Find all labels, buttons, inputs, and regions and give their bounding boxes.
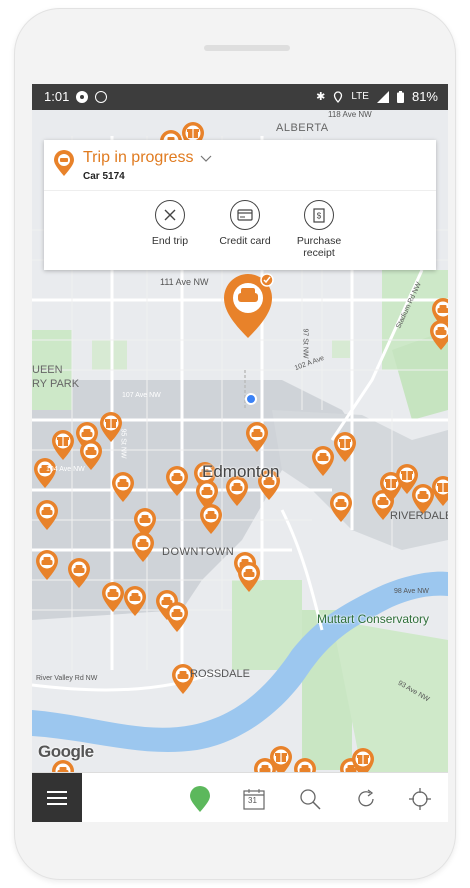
map-label-park: RY PARK	[32, 378, 80, 390]
car-pin[interactable]	[124, 586, 146, 616]
map-label-river-valley: River Valley Rd NW	[36, 675, 98, 682]
credit-card-label: Credit card	[219, 235, 271, 247]
car-pin[interactable]	[36, 550, 58, 580]
trip-actions: End trip Credit card $ Purchase receipt	[44, 200, 436, 270]
battery-icon	[396, 90, 404, 103]
map-label-118-ave: 118 Ave NW	[328, 110, 372, 119]
search-icon	[300, 789, 321, 810]
car-number: Car 5174	[83, 171, 125, 182]
car-pin[interactable]	[36, 500, 58, 530]
speaker-grille	[204, 45, 290, 51]
bluetooth-icon: ✱	[316, 91, 326, 103]
google-logo: Google	[38, 742, 94, 761]
map-label-edmonton: Edmonton	[202, 462, 280, 481]
credit-card-icon	[230, 200, 260, 230]
end-trip-label: End trip	[151, 235, 189, 247]
car-pin[interactable]	[34, 458, 56, 488]
status-time: 1:01	[44, 89, 70, 104]
trip-header[interactable]: Trip in progress Car 5174	[44, 140, 436, 191]
car-pin[interactable]	[166, 466, 188, 496]
car-pin[interactable]	[238, 562, 260, 592]
car-pin[interactable]	[132, 532, 154, 562]
map-label-98-ave: 98 Ave NW	[394, 588, 429, 595]
car-pin[interactable]	[166, 602, 188, 632]
map-label-muttart: Muttart Conservatory	[317, 612, 430, 626]
end-trip-button[interactable]: End trip	[130, 200, 210, 247]
svg-text:$: $	[317, 211, 322, 220]
map-label-95-st: 95 St NW	[119, 428, 127, 459]
car-pin[interactable]	[102, 582, 124, 612]
car-pin[interactable]	[430, 320, 448, 350]
car-pin[interactable]	[312, 446, 334, 476]
trip-title: Trip in progress	[83, 149, 194, 166]
locate-icon	[409, 788, 431, 810]
car-pin[interactable]	[112, 472, 134, 502]
map-label-downtown: DOWNTOWN	[162, 546, 235, 558]
locate-button[interactable]	[406, 785, 434, 813]
gift-car-pin[interactable]	[334, 432, 356, 462]
refresh-icon	[358, 789, 374, 807]
menu-icon	[47, 791, 67, 805]
map-label-queen: UEEN	[32, 364, 63, 376]
trip-card: Trip in progress Car 5174 End trip Credi…	[44, 140, 436, 270]
purchase-receipt-button[interactable]: $ Purchase receipt	[279, 200, 359, 259]
car-pin[interactable]	[68, 558, 90, 588]
map-label-riverdale: RIVERDALE	[390, 510, 448, 522]
calendar-day: 31	[248, 796, 257, 805]
map-pin-button[interactable]	[186, 785, 214, 813]
record-icon	[76, 90, 89, 103]
car-pin[interactable]	[330, 492, 352, 522]
refresh-button[interactable]	[352, 785, 380, 813]
search-button[interactable]	[296, 785, 324, 813]
notification-icon	[95, 90, 108, 103]
purchase-receipt-label: Purchase receipt	[296, 235, 342, 259]
car-pin[interactable]	[246, 422, 268, 452]
bottom-navigation: 31	[32, 772, 448, 822]
receipt-icon: $	[304, 200, 334, 230]
map-label-111-ave: 111 Ave NW	[160, 277, 209, 287]
network-type: LTE	[351, 91, 369, 102]
chevron-down-icon[interactable]	[200, 155, 212, 163]
close-icon	[155, 200, 185, 230]
status-bar: 1:01 ✱ LTE 81%	[32, 84, 448, 110]
map-label-alberta: ALBERTA	[276, 122, 329, 134]
gift-car-pin[interactable]	[52, 430, 74, 460]
app-screen: 1:01 ✱ LTE 81% ALBERTA 118 Ave NW 111 Av…	[32, 84, 448, 822]
signal-icon	[376, 90, 389, 103]
map-label-rossdale: ROSSDALE	[190, 668, 250, 680]
menu-button[interactable]	[32, 773, 82, 822]
car-pin-icon	[54, 150, 74, 176]
calendar-button[interactable]: 31	[240, 785, 268, 813]
map-pin-icon	[190, 786, 210, 812]
location-icon	[334, 90, 343, 103]
credit-card-button[interactable]: Credit card	[205, 200, 285, 247]
map-label-97-st: 97 St NW	[301, 328, 309, 359]
map-label-104-ave: 104 Ave NW	[46, 466, 85, 473]
car-pin[interactable]	[200, 504, 222, 534]
gift-car-pin[interactable]	[432, 476, 448, 506]
map-label-107-ave: 107 Ave NW	[122, 392, 161, 399]
battery-level: 81%	[411, 89, 438, 104]
